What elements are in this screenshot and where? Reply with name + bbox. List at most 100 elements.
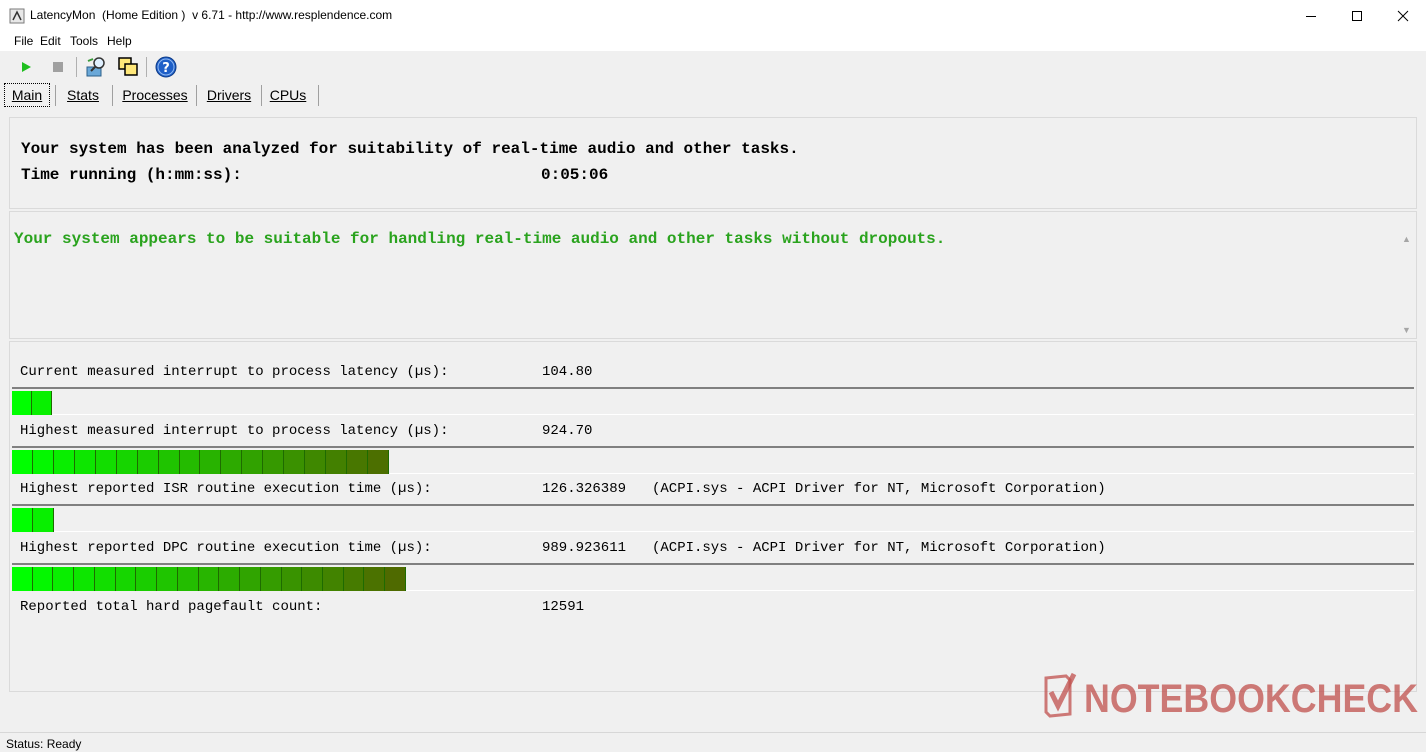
bar-segment xyxy=(32,450,54,474)
bar-segment xyxy=(53,567,75,591)
isr-time-label: Highest reported ISR routine execution t… xyxy=(20,481,432,497)
bar-segment xyxy=(136,567,158,591)
bar-segment xyxy=(32,391,52,415)
isr-time-value: 126.326389 xyxy=(542,481,627,497)
menu-help[interactable]: Help xyxy=(107,34,132,48)
bar-segment xyxy=(95,450,117,474)
bar-segment xyxy=(116,450,138,474)
bar-segment xyxy=(385,567,406,591)
scroll-down-icon[interactable]: ▼ xyxy=(1398,321,1415,338)
time-running-value: 0:05:06 xyxy=(541,166,609,184)
bar-segment xyxy=(347,450,368,474)
maximize-icon xyxy=(1352,10,1362,21)
status-bar: Status: Ready xyxy=(0,732,1426,752)
bar-segment xyxy=(179,450,201,474)
bar-segment xyxy=(115,567,137,591)
dpc-time-label: Highest reported DPC routine execution t… xyxy=(20,540,432,556)
tab-bar: Main Stats Processes Drivers CPUs xyxy=(0,83,1426,108)
help-icon: ? xyxy=(155,56,177,78)
toolbar: ? xyxy=(0,51,1426,83)
bar-segment xyxy=(157,567,178,591)
bar-segment xyxy=(263,450,285,474)
minimize-icon xyxy=(1306,15,1316,17)
time-running-label: Time running (h:mm:ss): xyxy=(21,166,242,184)
conclusion-text: Your system appears to be suitable for h… xyxy=(14,230,946,248)
bar-segment xyxy=(302,567,324,591)
bar-segment xyxy=(74,567,95,591)
bar-segment xyxy=(200,450,222,474)
highest-latency-bar xyxy=(12,446,1414,474)
title-bar: LatencyMon (Home Edition ) v 6.71 - http… xyxy=(0,0,1426,31)
bar-segment xyxy=(367,450,389,474)
bar-segment xyxy=(284,450,306,474)
bar-segment xyxy=(260,567,282,591)
driver-search-icon xyxy=(86,57,105,77)
status-text: Status: Ready xyxy=(6,737,82,751)
bar-segment xyxy=(364,567,386,591)
tab-separator xyxy=(261,85,262,106)
driver-search-button[interactable] xyxy=(84,55,108,79)
tab-stats[interactable]: Stats xyxy=(60,83,106,107)
tab-processes[interactable]: Processes xyxy=(118,83,192,107)
conclusion-scrollbar[interactable]: ▲ ▼ xyxy=(1398,230,1415,338)
dpc-time-bar-fill xyxy=(12,567,406,591)
menu-file[interactable]: File xyxy=(14,34,33,48)
menu-tools[interactable]: Tools xyxy=(70,34,98,48)
close-icon xyxy=(1397,10,1409,21)
current-latency-value: 104.80 xyxy=(542,364,593,380)
current-latency-bar-fill xyxy=(12,391,52,415)
window-title: LatencyMon (Home Edition ) v 6.71 - http… xyxy=(30,8,393,22)
bar-segment xyxy=(219,567,241,591)
play-icon xyxy=(22,62,31,72)
bar-segment xyxy=(33,508,54,532)
tab-separator xyxy=(196,85,197,106)
tab-cpus-label: CPUs xyxy=(269,87,307,103)
highest-latency-value: 924.70 xyxy=(542,423,593,439)
tab-drivers-label: Drivers xyxy=(206,87,252,103)
dpc-time-bar xyxy=(12,563,1414,591)
tab-main[interactable]: Main xyxy=(4,83,50,107)
help-button[interactable]: ? xyxy=(154,55,178,79)
tab-drivers[interactable]: Drivers xyxy=(200,83,258,107)
bar-segment xyxy=(221,450,243,474)
bar-segment xyxy=(94,567,116,591)
bar-segment xyxy=(305,450,327,474)
bar-segment xyxy=(137,450,159,474)
bar-segment xyxy=(53,450,75,474)
bar-segment xyxy=(326,450,347,474)
toolbar-separator xyxy=(146,57,147,77)
tab-stats-label: Stats xyxy=(67,87,99,103)
stats-panel: Current measured interrupt to process la… xyxy=(9,341,1417,692)
tab-cpus[interactable]: CPUs xyxy=(264,83,312,107)
stop-icon xyxy=(53,62,63,72)
scroll-up-icon[interactable]: ▲ xyxy=(1398,230,1415,247)
svg-text:?: ? xyxy=(162,61,170,76)
maximize-button[interactable] xyxy=(1334,0,1380,31)
toolbar-separator xyxy=(76,57,77,77)
dpc-driver-detail: (ACPI.sys - ACPI Driver for NT, Microsof… xyxy=(652,540,1106,556)
isr-time-bar-fill xyxy=(12,508,54,532)
current-latency-bar xyxy=(12,387,1414,415)
bar-segment xyxy=(12,391,32,415)
bar-segment xyxy=(32,567,54,591)
tab-separator xyxy=(112,85,113,106)
menu-edit[interactable]: Edit xyxy=(40,34,61,48)
bar-segment xyxy=(177,567,199,591)
menu-bar: File Edit Tools Help xyxy=(0,31,1426,51)
bar-segment xyxy=(281,567,303,591)
pagefault-count-label: Reported total hard pagefault count: xyxy=(20,599,323,615)
close-button[interactable] xyxy=(1380,0,1426,31)
watermark-text: NOTEBOOKCHECK xyxy=(1084,677,1418,721)
bar-segment xyxy=(12,567,33,591)
dpc-time-value: 989.923611 xyxy=(542,540,627,556)
bar-segment xyxy=(12,508,33,532)
windows-button[interactable] xyxy=(116,55,140,79)
bar-segment xyxy=(74,450,96,474)
pagefault-count-value: 12591 xyxy=(542,599,585,615)
stop-button[interactable] xyxy=(46,55,70,79)
analyzed-text: Your system has been analyzed for suitab… xyxy=(21,140,799,158)
minimize-button[interactable] xyxy=(1288,0,1334,31)
tab-separator xyxy=(55,85,56,106)
start-button[interactable] xyxy=(14,55,38,79)
isr-driver-detail: (ACPI.sys - ACPI Driver for NT, Microsof… xyxy=(652,481,1106,497)
